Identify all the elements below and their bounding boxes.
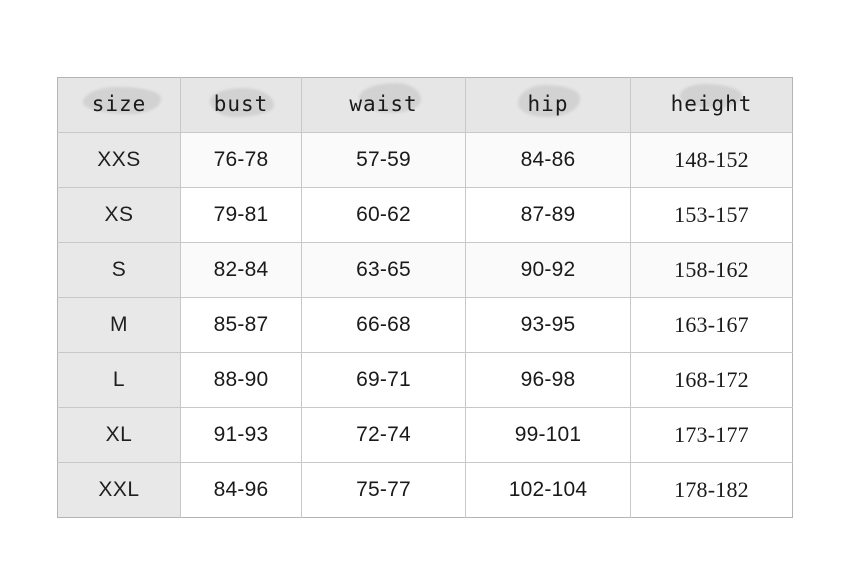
cell-bust: 76-78 (180, 132, 302, 188)
cell-height: 178-182 (630, 462, 793, 518)
cell-waist: 63-65 (301, 242, 466, 298)
table-header: size bust waist hip height (57, 77, 793, 133)
column-header-hip-label: hip (517, 85, 580, 117)
cell-height: 173-177 (630, 407, 793, 463)
smudge-mark-hip (517, 85, 580, 117)
size-chart-table: size bust waist hip height XXS 76-78 57-59… (57, 77, 793, 518)
column-header-waist-label: waist (349, 83, 422, 115)
cell-bust: 79-81 (180, 187, 302, 243)
cell-waist: 66-68 (301, 297, 466, 353)
cell-hip: 87-89 (465, 187, 631, 243)
cell-hip: 96-98 (465, 352, 631, 408)
cell-hip: 84-86 (465, 132, 631, 188)
table-row: L 88-90 69-71 96-98 168-172 (57, 352, 793, 408)
cell-waist: 60-62 (301, 187, 466, 243)
column-header-height-label: height (671, 84, 753, 115)
table-row: S 82-84 63-65 90-92 158-162 (57, 242, 793, 298)
table-row: XXS 76-78 57-59 84-86 148-152 (57, 132, 793, 188)
column-header-size-label: size (82, 87, 161, 115)
table-row: M 85-87 66-68 93-95 163-167 (57, 297, 793, 353)
page-canvas: size bust waist hip height XXS 76-78 57-59… (0, 0, 864, 563)
column-header-bust-label: bust (209, 88, 274, 117)
cell-size: L (57, 352, 181, 408)
table-row: XL 91-93 72-74 99-101 173-177 (57, 407, 793, 463)
column-header-bust: bust (180, 77, 302, 133)
smudge-mark-waist (359, 83, 422, 113)
cell-height: 153-157 (630, 187, 793, 243)
cell-size: XL (57, 407, 181, 463)
header-row: size bust waist hip height (57, 77, 793, 133)
cell-height: 168-172 (630, 352, 793, 408)
cell-bust: 88-90 (180, 352, 302, 408)
cell-waist: 72-74 (301, 407, 466, 463)
cell-height: 158-162 (630, 242, 793, 298)
cell-size: M (57, 297, 181, 353)
cell-size: S (57, 242, 181, 298)
cell-hip: 102-104 (465, 462, 631, 518)
cell-bust: 91-93 (180, 407, 302, 463)
cell-hip: 99-101 (465, 407, 631, 463)
smudge-mark-height (679, 84, 742, 108)
cell-bust: 82-84 (180, 242, 302, 298)
column-header-height: height (630, 77, 793, 133)
column-header-waist: waist (301, 77, 466, 133)
smudge-mark-size (82, 87, 161, 114)
cell-height: 148-152 (630, 132, 793, 188)
table-row: XXL 84-96 75-77 102-104 178-182 (57, 462, 793, 518)
cell-hip: 93-95 (465, 297, 631, 353)
table-row: XS 79-81 60-62 87-89 153-157 (57, 187, 793, 243)
cell-size: XXL (57, 462, 181, 518)
cell-bust: 85-87 (180, 297, 302, 353)
cell-hip: 90-92 (465, 242, 631, 298)
cell-waist: 75-77 (301, 462, 466, 518)
table-body: XXS 76-78 57-59 84-86 148-152 XS 79-81 60-62 87-… (57, 132, 793, 518)
cell-bust: 84-96 (180, 462, 302, 518)
cell-size: XXS (57, 132, 181, 188)
cell-size: XS (57, 187, 181, 243)
cell-waist: 57-59 (301, 132, 466, 188)
cell-height: 163-167 (630, 297, 793, 353)
cell-waist: 69-71 (301, 352, 466, 408)
smudge-mark-bust (209, 88, 274, 117)
column-header-hip: hip (465, 77, 631, 133)
column-header-size: size (57, 77, 181, 133)
